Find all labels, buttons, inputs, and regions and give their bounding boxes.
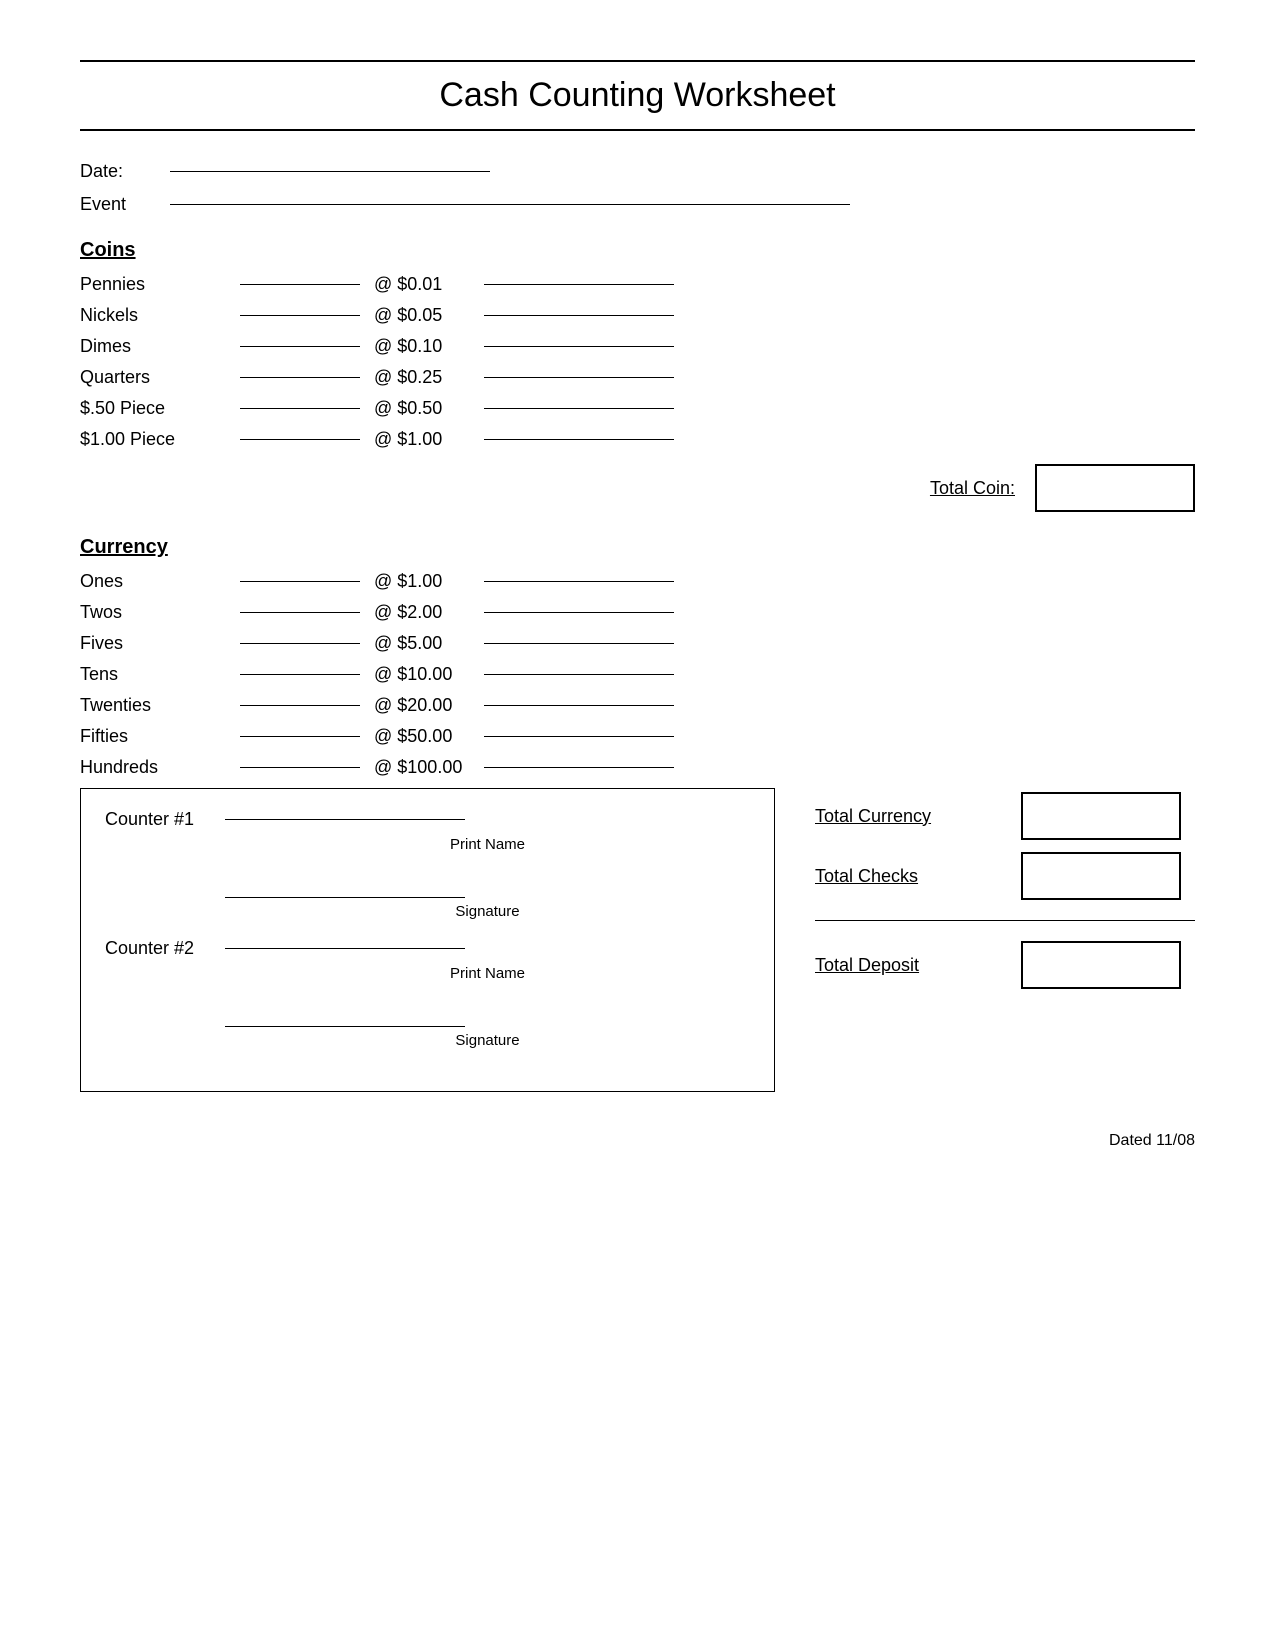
currency-count-line-4[interactable] xyxy=(240,705,360,706)
coin-result-line-2[interactable] xyxy=(484,346,674,347)
currency-item-label-4: Twenties xyxy=(80,695,240,716)
totals-section: Total Currency Total Checks Total Deposi… xyxy=(815,788,1195,1092)
dated-footer: Dated 11/08 xyxy=(80,1132,1195,1150)
currency-count-line-1[interactable] xyxy=(240,612,360,613)
currency-row: Tens @ $10.00 xyxy=(80,664,1195,685)
currency-row: Ones @ $1.00 xyxy=(80,571,1195,592)
currency-heading: Currency xyxy=(80,536,1195,559)
currency-item-label-5: Fifties xyxy=(80,726,240,747)
coin-count-line-5[interactable] xyxy=(240,439,360,440)
coin-row: Pennies @ $0.01 xyxy=(80,274,1195,295)
counter1-label: Counter #1 xyxy=(105,809,225,830)
currency-row: Twenties @ $20.00 xyxy=(80,695,1195,716)
date-line[interactable] xyxy=(170,171,490,172)
currency-result-line-2[interactable] xyxy=(484,643,674,644)
total-currency-box[interactable] xyxy=(1021,792,1181,840)
coin-count-line-0[interactable] xyxy=(240,284,360,285)
coin-count-line-4[interactable] xyxy=(240,408,360,409)
currency-rate-3: @ $10.00 xyxy=(374,664,484,685)
event-line[interactable] xyxy=(170,204,850,205)
coin-item-label-1: Nickels xyxy=(80,305,240,326)
event-label: Event xyxy=(80,194,160,215)
counter1-print-name: Print Name xyxy=(225,836,750,853)
currency-item-label-1: Twos xyxy=(80,602,240,623)
currency-item-label-0: Ones xyxy=(80,571,240,592)
total-checks-box[interactable] xyxy=(1021,852,1181,900)
currency-rate-6: @ $100.00 xyxy=(374,757,484,778)
coin-result-line-3[interactable] xyxy=(484,377,674,378)
counter2-print-name: Print Name xyxy=(225,965,750,982)
counter1-block: Counter #1 Print Name Signature xyxy=(105,809,750,920)
currency-item-label-6: Hundreds xyxy=(80,757,240,778)
currency-rate-5: @ $50.00 xyxy=(374,726,484,747)
coin-count-line-3[interactable] xyxy=(240,377,360,378)
coin-row: Nickels @ $0.05 xyxy=(80,305,1195,326)
counter2-block: Counter #2 Print Name Signature xyxy=(105,938,750,1049)
coin-rate-4: @ $0.50 xyxy=(374,398,484,419)
coin-item-label-0: Pennies xyxy=(80,274,240,295)
currency-result-line-0[interactable] xyxy=(484,581,674,582)
coin-item-label-2: Dimes xyxy=(80,336,240,357)
currency-count-line-0[interactable] xyxy=(240,581,360,582)
currency-rate-2: @ $5.00 xyxy=(374,633,484,654)
total-deposit-box[interactable] xyxy=(1021,941,1181,989)
currency-row: Hundreds @ $100.00 xyxy=(80,757,1195,778)
coin-item-label-5: $1.00 Piece xyxy=(80,429,240,450)
total-coin-label: Total Coin: xyxy=(930,478,1015,499)
total-coin-box[interactable] xyxy=(1035,464,1195,512)
page-title: Cash Counting Worksheet xyxy=(80,68,1195,123)
currency-item-label-3: Tens xyxy=(80,664,240,685)
coin-rate-1: @ $0.05 xyxy=(374,305,484,326)
currency-result-line-3[interactable] xyxy=(484,674,674,675)
coin-count-line-1[interactable] xyxy=(240,315,360,316)
coin-result-line-4[interactable] xyxy=(484,408,674,409)
currency-count-line-5[interactable] xyxy=(240,736,360,737)
coin-result-line-5[interactable] xyxy=(484,439,674,440)
currency-row: Fifties @ $50.00 xyxy=(80,726,1195,747)
currency-row: Twos @ $2.00 xyxy=(80,602,1195,623)
currency-count-line-2[interactable] xyxy=(240,643,360,644)
counter1-sig-label: Signature xyxy=(225,903,750,920)
currency-item-label-2: Fives xyxy=(80,633,240,654)
coin-rate-3: @ $0.25 xyxy=(374,367,484,388)
counters-section: Counter #1 Print Name Signature Counter … xyxy=(80,788,775,1092)
currency-row: Fives @ $5.00 xyxy=(80,633,1195,654)
currency-result-line-5[interactable] xyxy=(484,736,674,737)
counter1-name-line[interactable] xyxy=(225,819,465,820)
coin-result-line-1[interactable] xyxy=(484,315,674,316)
coin-row: $1.00 Piece @ $1.00 xyxy=(80,429,1195,450)
coin-rate-2: @ $0.10 xyxy=(374,336,484,357)
date-label: Date: xyxy=(80,161,160,182)
counter2-sig-line[interactable] xyxy=(225,1026,465,1027)
currency-rate-4: @ $20.00 xyxy=(374,695,484,716)
coin-item-label-3: Quarters xyxy=(80,367,240,388)
coins-heading: Coins xyxy=(80,239,1195,262)
coin-row: Dimes @ $0.10 xyxy=(80,336,1195,357)
counter2-name-line[interactable] xyxy=(225,948,465,949)
total-checks-label: Total Checks xyxy=(815,866,1005,887)
currency-result-line-6[interactable] xyxy=(484,767,674,768)
currency-result-line-4[interactable] xyxy=(484,705,674,706)
counter1-sig-line[interactable] xyxy=(225,897,465,898)
currency-rate-1: @ $2.00 xyxy=(374,602,484,623)
coin-count-line-2[interactable] xyxy=(240,346,360,347)
coin-row: Quarters @ $0.25 xyxy=(80,367,1195,388)
coin-result-line-0[interactable] xyxy=(484,284,674,285)
total-currency-label: Total Currency xyxy=(815,806,1005,827)
coin-row: $.50 Piece @ $0.50 xyxy=(80,398,1195,419)
total-deposit-label: Total Deposit xyxy=(815,955,1005,976)
counter2-label: Counter #2 xyxy=(105,938,225,959)
currency-count-line-6[interactable] xyxy=(240,767,360,768)
currency-section: Ones @ $1.00 Twos @ $2.00 Fives @ $5.00 … xyxy=(80,571,1195,778)
coin-rate-0: @ $0.01 xyxy=(374,274,484,295)
currency-result-line-1[interactable] xyxy=(484,612,674,613)
coins-section: Pennies @ $0.01 Nickels @ $0.05 Dimes @ … xyxy=(80,274,1195,450)
counter2-sig-label: Signature xyxy=(225,1032,750,1049)
currency-count-line-3[interactable] xyxy=(240,674,360,675)
coin-rate-5: @ $1.00 xyxy=(374,429,484,450)
coin-item-label-4: $.50 Piece xyxy=(80,398,240,419)
currency-rate-0: @ $1.00 xyxy=(374,571,484,592)
